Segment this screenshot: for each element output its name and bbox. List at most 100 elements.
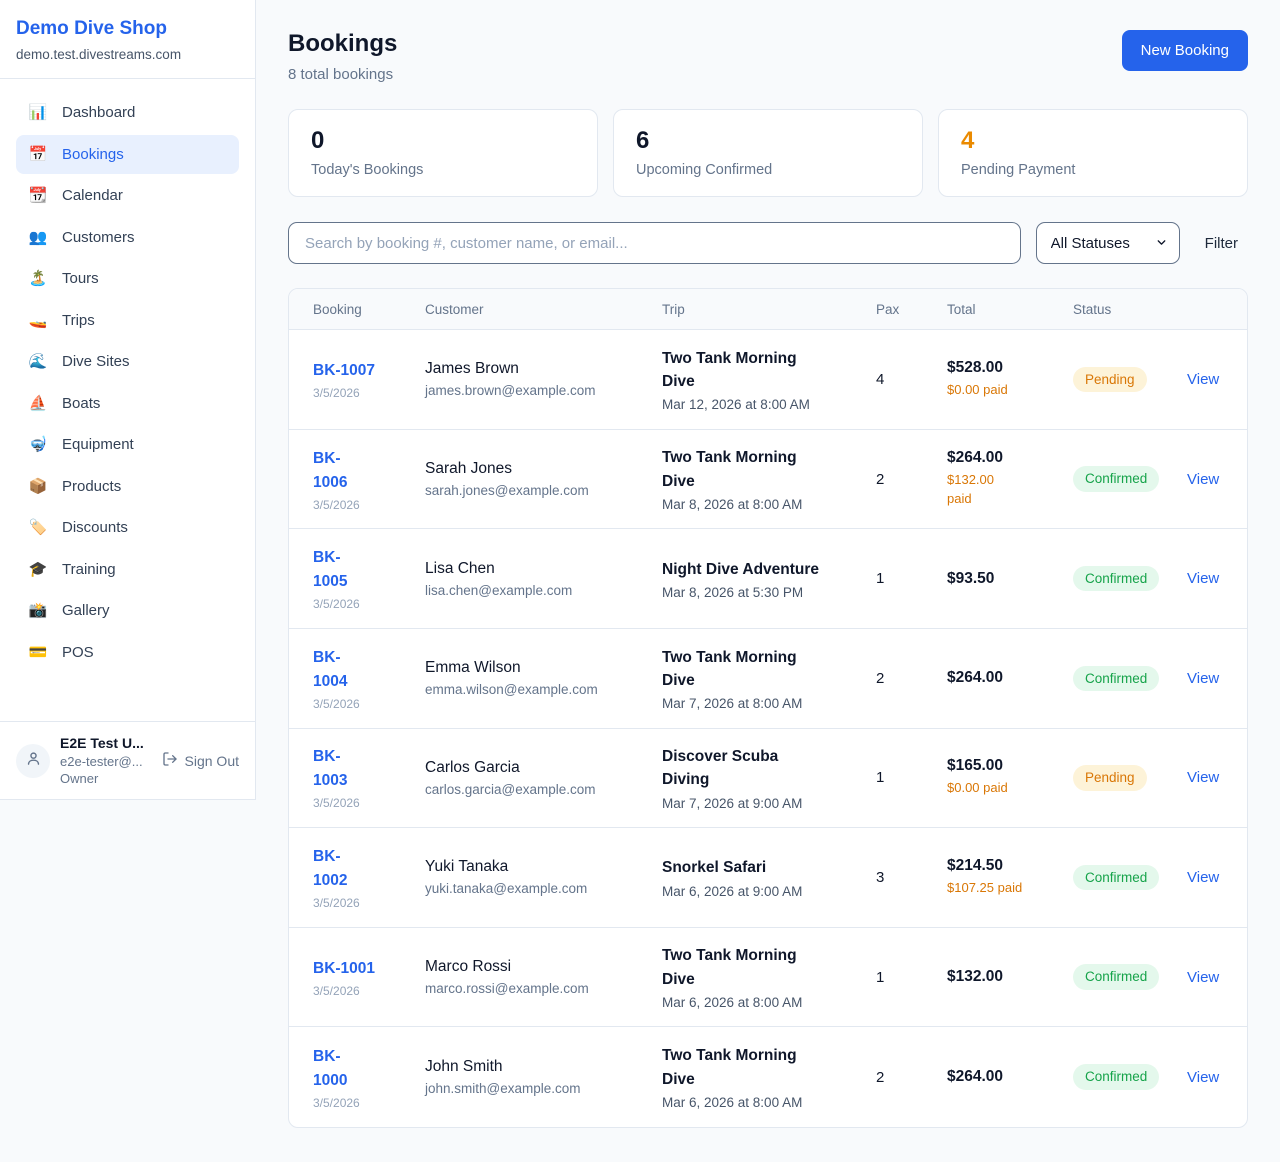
trip-name: Night Dive Adventure — [662, 558, 876, 581]
sidebar-item-equipment[interactable]: 🤿 Equipment — [16, 425, 239, 465]
table-row: BK-1007 3/5/2026 James Brown james.brown… — [289, 330, 1247, 430]
customer-cell: Yuki Tanaka yuki.tanaka@example.com — [425, 858, 662, 896]
customer-cell: James Brown james.brown@example.com — [425, 360, 662, 398]
booking-cell: BK-1007 3/5/2026 — [313, 359, 425, 400]
sidebar-item-calendar[interactable]: 📆 Calendar — [16, 176, 239, 216]
total-amount: $264.00 — [947, 669, 1073, 687]
total-cell: $93.50 — [947, 570, 1073, 588]
sidebar-item-label: POS — [62, 643, 94, 663]
sidebar-item-dive-sites[interactable]: 🌊 Dive Sites — [16, 342, 239, 382]
wave-icon: 🌊 — [28, 352, 48, 372]
sidebar-item-bookings[interactable]: 📅 Bookings — [16, 135, 239, 175]
sidebar-item-tours[interactable]: 🏝️ Tours — [16, 259, 239, 299]
column-header-customer: Customer — [425, 302, 662, 317]
package-icon: 📦 — [28, 477, 48, 497]
search-input[interactable] — [288, 222, 1021, 264]
booking-cell: BK- 1000 3/5/2026 — [313, 1045, 425, 1110]
booking-id-link[interactable]: BK-1007 — [313, 359, 425, 383]
customer-name: Lisa Chen — [425, 560, 662, 578]
sidebar-item-dashboard[interactable]: 📊 Dashboard — [16, 93, 239, 133]
view-link[interactable]: View — [1187, 869, 1223, 886]
status-badge: Confirmed — [1073, 1064, 1159, 1090]
view-link[interactable]: View — [1187, 1069, 1223, 1086]
credit-card-icon: 💳 — [28, 643, 48, 663]
sidebar-item-products[interactable]: 📦 Products — [16, 467, 239, 507]
customer-name: James Brown — [425, 360, 662, 378]
paid-amount: $0.00 paid — [947, 381, 1073, 400]
status-filter-wrap: All Statuses — [1036, 222, 1180, 264]
diving-mask-icon: 🤿 — [28, 435, 48, 455]
sidebar-nav: 📊 Dashboard 📅 Bookings 📆 Calendar 👥 Cust… — [0, 79, 255, 721]
customer-name: Sarah Jones — [425, 460, 662, 478]
total-cell: $264.00 $132.00 paid — [947, 449, 1073, 509]
customer-email: yuki.tanaka@example.com — [425, 881, 662, 896]
sign-out-button[interactable]: Sign Out — [162, 751, 239, 770]
user-info: E2E Test U... e2e-tester@... Owner — [60, 735, 152, 786]
booking-date: 3/5/2026 — [313, 896, 425, 910]
sidebar-item-trips[interactable]: 🚤 Trips — [16, 301, 239, 341]
graduation-cap-icon: 🎓 — [28, 560, 48, 580]
paid-amount: $132.00 paid — [947, 471, 1073, 509]
avatar — [16, 744, 50, 778]
sidebar-item-label: Dashboard — [62, 103, 135, 123]
table-row: BK- 1006 3/5/2026 Sarah Jones sarah.jone… — [289, 430, 1247, 530]
sidebar-item-pos[interactable]: 💳 POS — [16, 633, 239, 673]
booking-id-link[interactable]: BK- 1005 — [313, 546, 425, 594]
sidebar-item-label: Tours — [62, 269, 99, 289]
trip-name: Two Tank Morning Dive — [662, 446, 876, 493]
column-header-booking: Booking — [313, 302, 425, 317]
total-amount: $93.50 — [947, 570, 1073, 588]
booking-id-link[interactable]: BK-1001 — [313, 957, 425, 981]
customer-email: james.brown@example.com — [425, 383, 662, 398]
total-cell: $165.00 $0.00 paid — [947, 757, 1073, 798]
booking-id-link[interactable]: BK- 1004 — [313, 646, 425, 694]
booking-cell: BK- 1005 3/5/2026 — [313, 546, 425, 611]
total-amount: $264.00 — [947, 449, 1073, 467]
booking-date: 3/5/2026 — [313, 796, 425, 810]
booking-id-link[interactable]: BK- 1000 — [313, 1045, 425, 1093]
filter-button[interactable]: Filter — [1195, 235, 1248, 252]
speedboat-icon: 🚤 — [28, 311, 48, 331]
booking-id-link[interactable]: BK- 1006 — [313, 447, 425, 495]
pax-cell: 2 — [876, 670, 947, 687]
booking-date: 3/5/2026 — [313, 1096, 425, 1110]
customer-name: Carlos Garcia — [425, 759, 662, 777]
customer-email: sarah.jones@example.com — [425, 483, 662, 498]
status-cell: Pending — [1073, 367, 1187, 393]
customer-cell: Sarah Jones sarah.jones@example.com — [425, 460, 662, 498]
sidebar-item-gallery[interactable]: 📸 Gallery — [16, 591, 239, 631]
sidebar-item-discounts[interactable]: 🏷️ Discounts — [16, 508, 239, 548]
trip-datetime: Mar 8, 2026 at 5:30 PM — [662, 585, 876, 600]
pax-cell: 2 — [876, 471, 947, 488]
status-cell: Pending — [1073, 765, 1187, 791]
stat-card: 6 Upcoming Confirmed — [613, 109, 923, 197]
sidebar-item-label: Dive Sites — [62, 352, 130, 372]
user-name: E2E Test U... — [60, 735, 152, 751]
view-link[interactable]: View — [1187, 471, 1223, 488]
booking-id-link[interactable]: BK- 1002 — [313, 845, 425, 893]
sidebar-item-customers[interactable]: 👥 Customers — [16, 218, 239, 258]
page-title-block: Bookings 8 total bookings — [288, 30, 397, 83]
view-link[interactable]: View — [1187, 570, 1223, 587]
booking-cell: BK- 1006 3/5/2026 — [313, 447, 425, 512]
view-link[interactable]: View — [1187, 371, 1223, 388]
paid-amount: $0.00 paid — [947, 779, 1073, 798]
sidebar-item-boats[interactable]: ⛵ Boats — [16, 384, 239, 424]
trip-name: Two Tank Morning Dive — [662, 944, 876, 991]
new-booking-button[interactable]: New Booking — [1122, 30, 1248, 71]
camera-icon: 📸 — [28, 601, 48, 621]
shop-domain: demo.test.divestreams.com — [16, 47, 239, 62]
view-link[interactable]: View — [1187, 969, 1223, 986]
sidebar-item-label: Equipment — [62, 435, 134, 455]
sidebar-item-training[interactable]: 🎓 Training — [16, 550, 239, 590]
booking-id-link[interactable]: BK- 1003 — [313, 745, 425, 793]
stat-value: 0 — [311, 128, 575, 154]
trip-name: Snorkel Safari — [662, 856, 876, 879]
view-link[interactable]: View — [1187, 670, 1223, 687]
status-filter-select[interactable]: All Statuses — [1036, 222, 1180, 264]
column-header-trip: Trip — [662, 302, 876, 317]
trip-name: Two Tank Morning Dive — [662, 1044, 876, 1091]
total-amount: $132.00 — [947, 968, 1073, 986]
trip-cell: Two Tank Morning Dive Mar 7, 2026 at 8:0… — [662, 646, 876, 712]
view-link[interactable]: View — [1187, 769, 1223, 786]
